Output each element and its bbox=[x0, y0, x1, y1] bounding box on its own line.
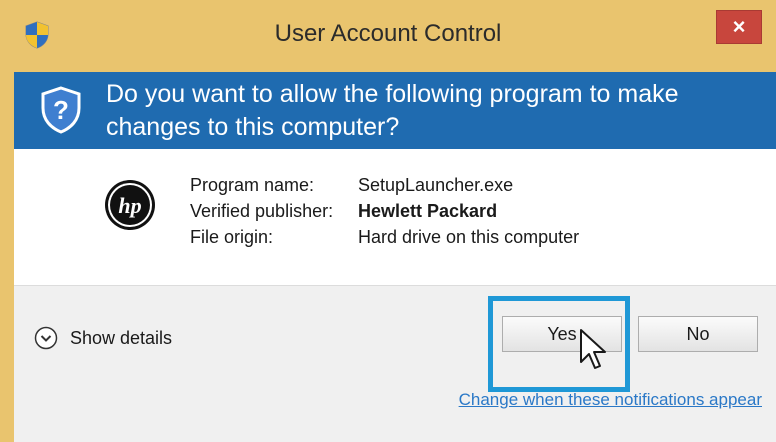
publisher-label: Verified publisher: bbox=[190, 201, 334, 221]
show-details-label: Show details bbox=[70, 327, 173, 348]
program-details: Program name: SetupLauncher.exe Verified… bbox=[190, 172, 579, 250]
mouse-cursor-icon bbox=[580, 329, 606, 369]
program-name-value: SetupLauncher.exe bbox=[358, 175, 514, 195]
svg-text:?: ? bbox=[53, 95, 69, 125]
file-origin-value: Hard drive on this computer bbox=[358, 227, 580, 247]
no-button-label: No bbox=[686, 323, 710, 344]
detail-row-origin: File origin: Hard drive on this computer bbox=[190, 224, 579, 250]
hp-logo-icon: hp bbox=[105, 180, 155, 230]
uac-dialog: User Account Control × ? Do you want to … bbox=[0, 0, 776, 442]
no-button[interactable]: No bbox=[638, 316, 758, 352]
question-banner: ? Do you want to allow the following pro… bbox=[14, 72, 776, 149]
shield-question-icon: ? bbox=[41, 86, 81, 134]
window-title: User Account Control bbox=[274, 20, 502, 47]
svg-text:hp: hp bbox=[118, 193, 141, 218]
close-button[interactable]: × bbox=[716, 10, 762, 44]
notifications-settings-link[interactable]: Change when these notifications appear bbox=[459, 390, 762, 410]
detail-row-program: Program name: SetupLauncher.exe bbox=[190, 172, 579, 198]
yes-button-label: Yes bbox=[547, 323, 577, 344]
file-origin-label: File origin: bbox=[190, 227, 274, 247]
publisher-value: Hewlett Packard bbox=[358, 201, 498, 221]
chevron-down-circle-icon bbox=[34, 326, 58, 350]
detail-row-publisher: Verified publisher: Hewlett Packard bbox=[190, 198, 579, 224]
program-info: hp Program name: SetupLauncher.exe Verif… bbox=[14, 149, 776, 285]
show-details-toggle[interactable]: Show details bbox=[34, 326, 172, 350]
question-text: Do you want to allow the following progr… bbox=[106, 80, 679, 141]
program-name-label: Program name: bbox=[190, 175, 315, 195]
title-bar[interactable]: User Account Control × bbox=[0, 0, 776, 72]
close-icon: × bbox=[732, 14, 746, 39]
button-bar: Show details Yes No Change when these no… bbox=[14, 285, 776, 442]
